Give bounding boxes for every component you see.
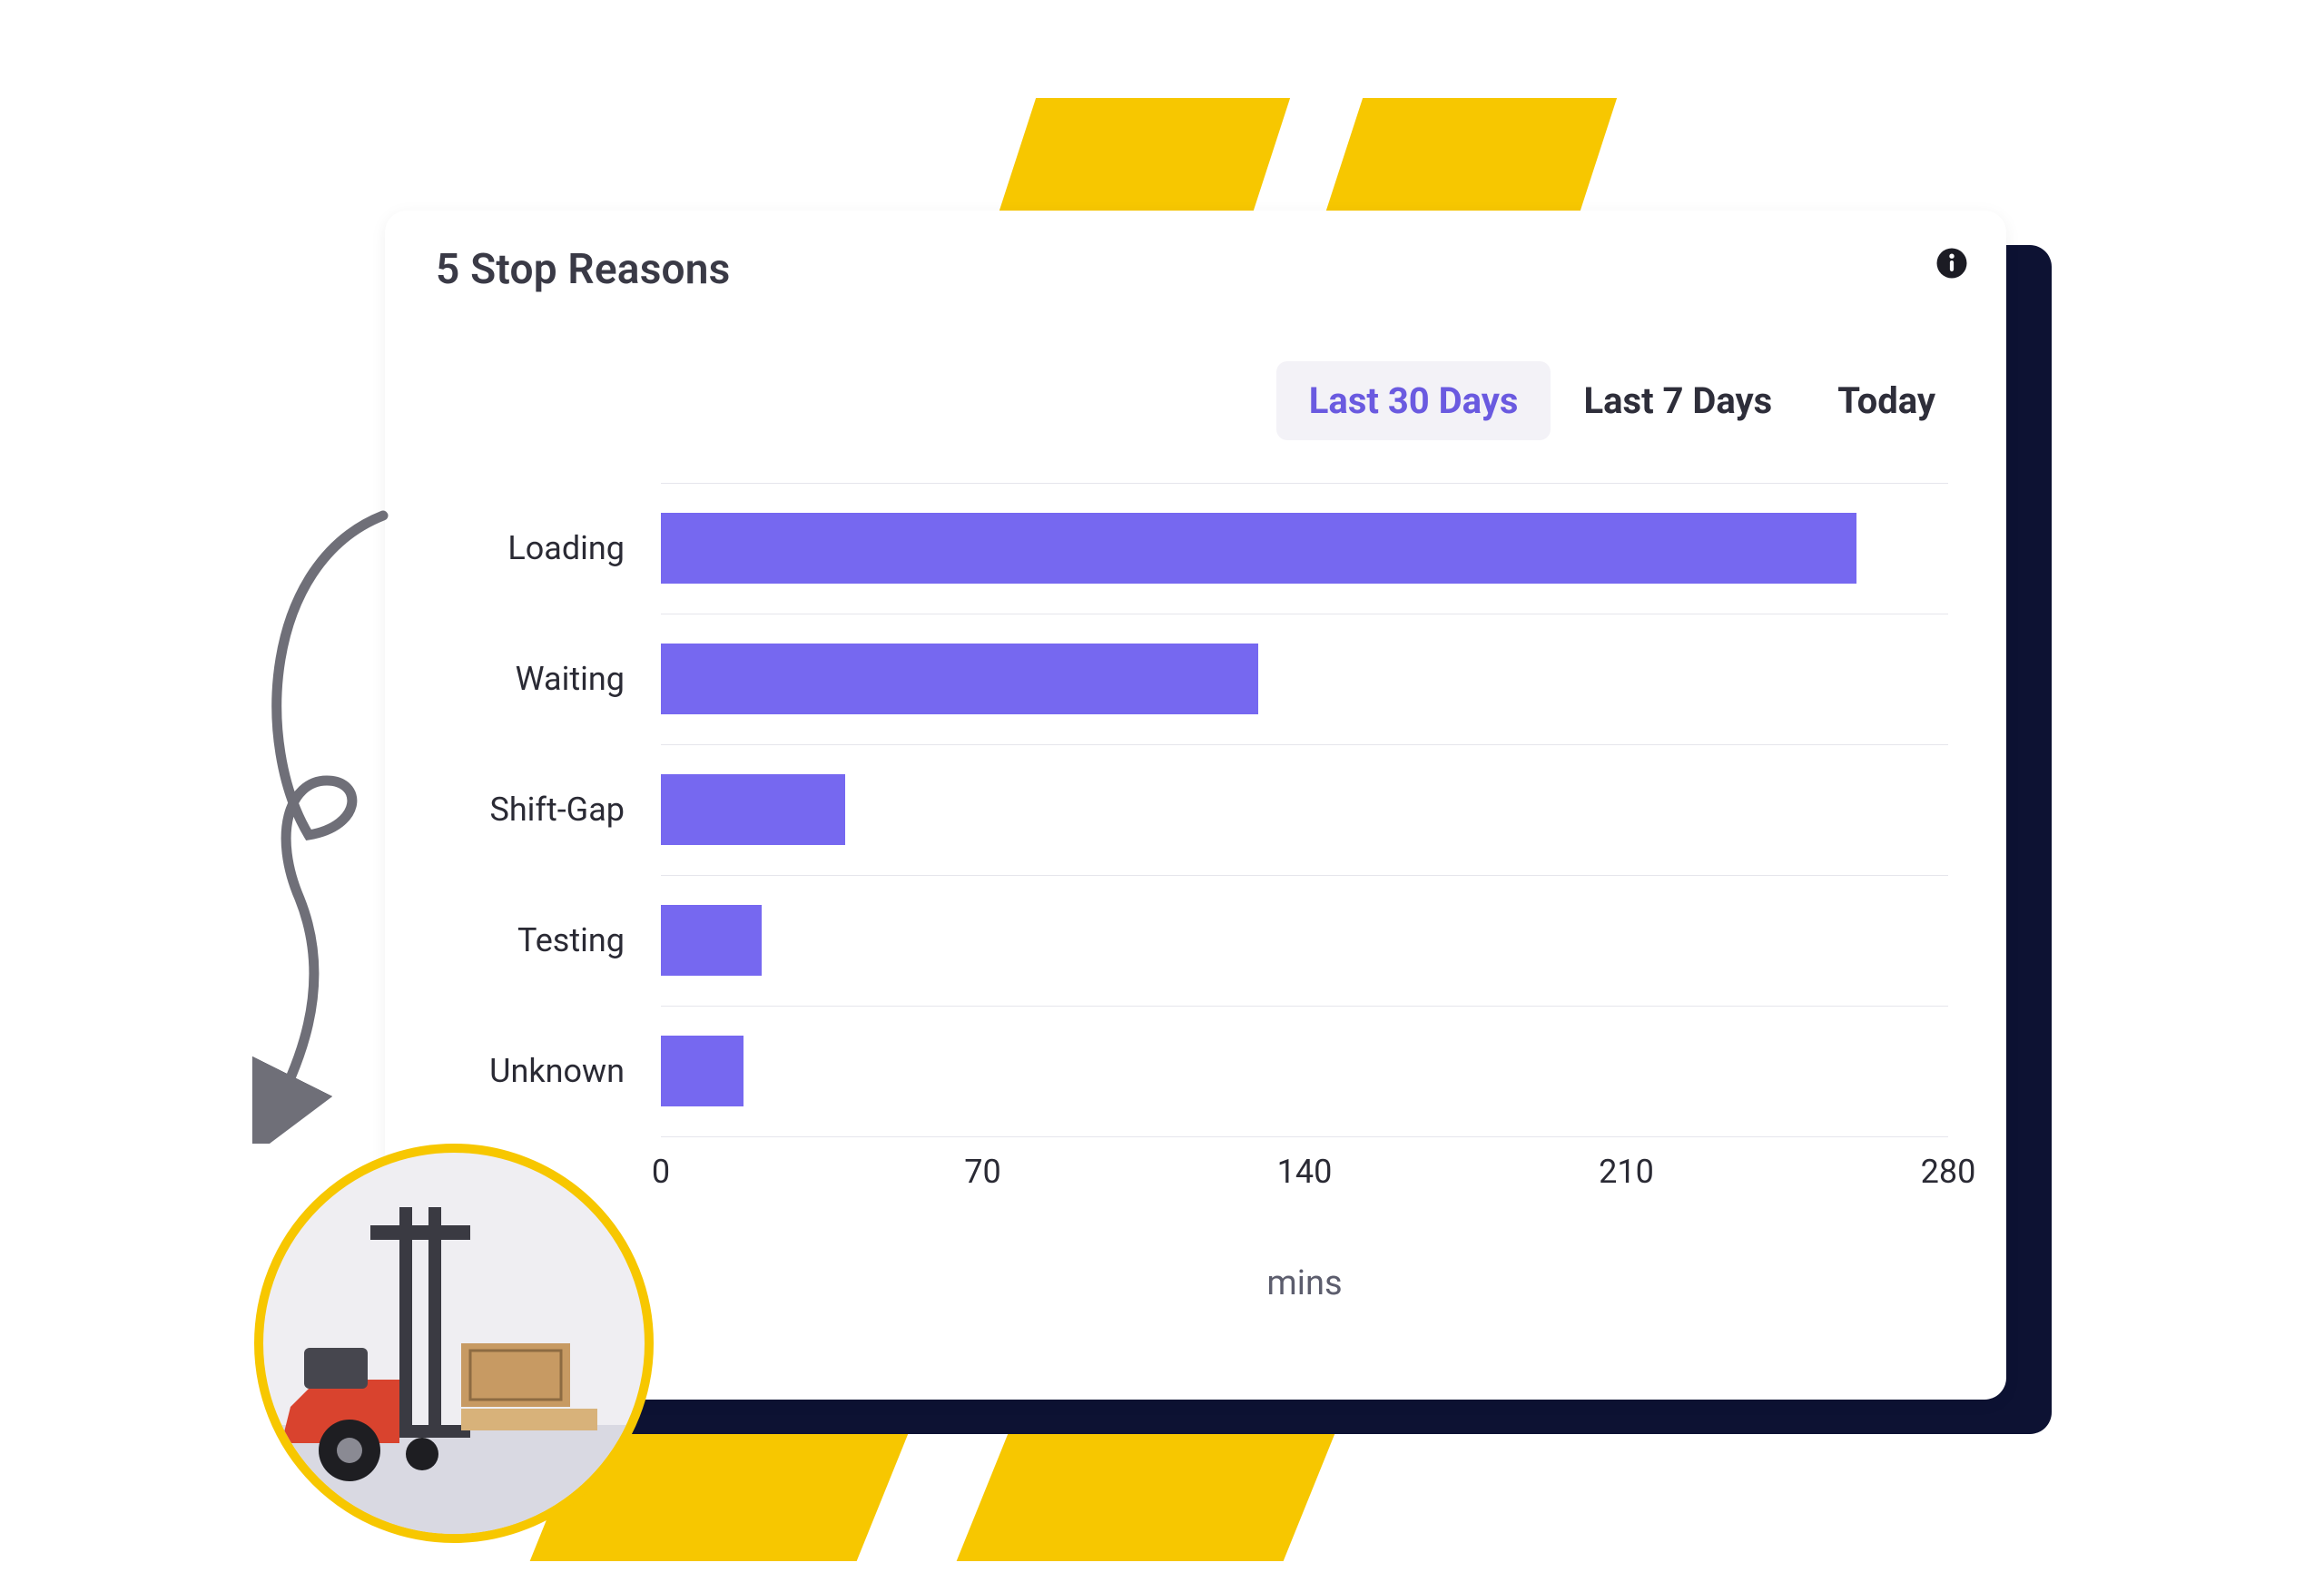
gridline [661,744,1948,745]
card-header: 5 Stop Reasons [385,211,2006,329]
stop-reasons-chart: Loading Waiting Shift-Gap Testing Unknown 0 7… [425,483,1966,1345]
gridline [661,1006,1948,1007]
card-title: 5 Stop Reasons [436,245,731,294]
forklift-badge [254,1144,654,1543]
decor-stripe [1324,98,1617,216]
y-label: Unknown [425,1052,625,1090]
x-tick: 210 [1599,1153,1654,1191]
tab-last-30-days[interactable]: Last 30 Days [1276,361,1551,440]
y-label: Loading [425,529,625,567]
bar-unknown [661,1036,743,1106]
gridline [661,483,1948,484]
gridline [661,875,1948,876]
bar-loading [661,513,1856,584]
bar-shift-gap [661,774,845,845]
x-axis-title: mins [661,1263,1948,1303]
bar-waiting [661,644,1258,714]
x-tick: 140 [1277,1153,1333,1191]
y-label: Testing [425,921,625,959]
stop-reasons-card: 5 Stop Reasons Last 30 DaysLast 7 DaysTo… [385,211,2006,1400]
chart-plot [661,483,1948,1136]
x-tick: 70 [964,1153,1000,1191]
tab-last-7-days[interactable]: Last 7 Days [1551,361,1805,440]
tab-today[interactable]: Today [1805,361,1968,440]
x-tick: 280 [1921,1153,1976,1191]
forklift-icon [263,1153,645,1534]
info-icon[interactable] [1935,247,1968,280]
bar-testing [661,905,762,976]
y-label: Waiting [425,660,625,698]
x-baseline [661,1136,1948,1137]
time-range-tabs: Last 30 DaysLast 7 DaysToday [1276,361,1968,440]
decor-stripe [998,98,1290,216]
chart-x-axis: 070140210280 [661,1136,1948,1218]
x-tick: 0 [652,1153,670,1191]
y-label: Shift-Gap [425,791,625,829]
